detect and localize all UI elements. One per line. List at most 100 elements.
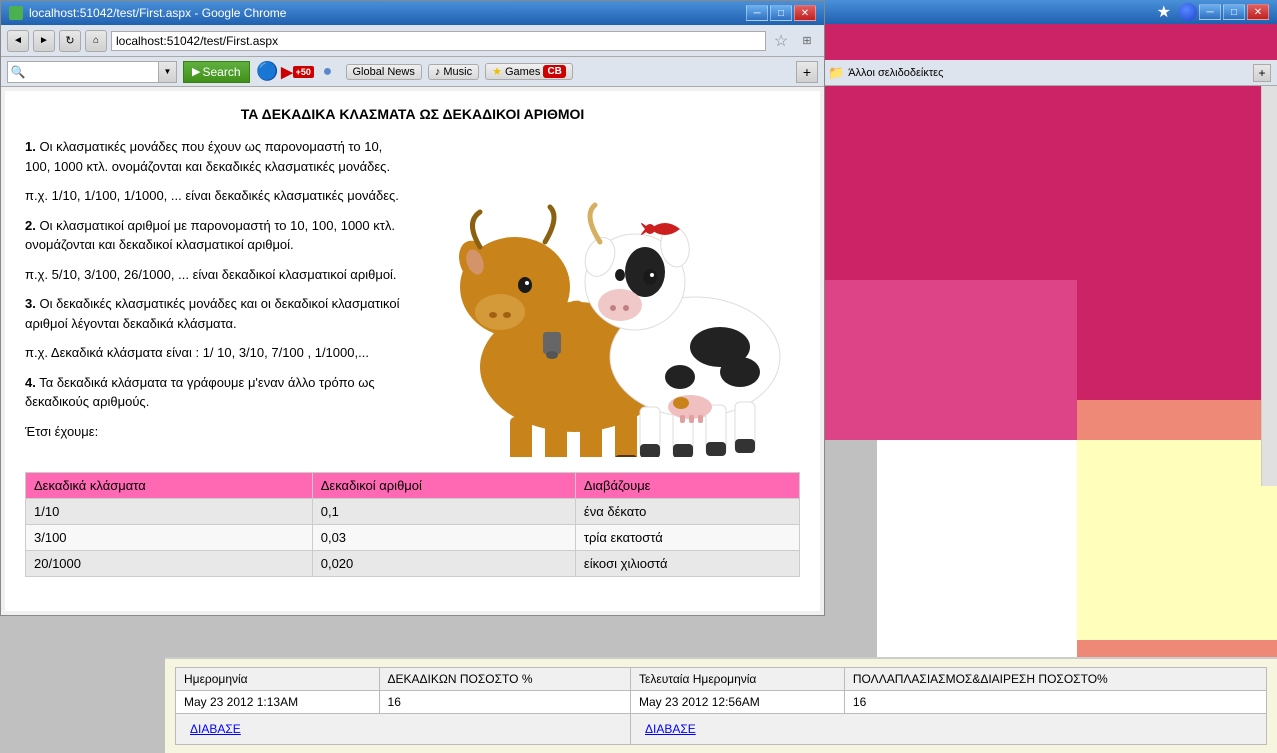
table-header-col2: Δεκαδικοί αριθμοί [312,473,575,499]
global-news-btn[interactable]: Global News [346,64,422,80]
table-cell-1-1: 0,03 [312,525,575,551]
search-box: 🔍 ▼ [7,61,177,83]
search-dropdown-btn[interactable]: ▼ [158,62,176,82]
bottom-date1: May 23 2012 1:13AM [176,691,380,714]
youtube-icon-container[interactable]: ▶ +50 [286,60,310,84]
address-bar: ◄ ► ↻ ⌂ ☆ ⊞ [1,25,824,57]
section2-example: π.χ. 5/10, 3/100, 26/1000, ... είναι δεκ… [25,265,410,285]
table-row: 3/1000,03τρία εκατοστά [26,525,800,551]
minimize-btn[interactable]: ─ [746,5,768,21]
bookmark-folder-icon: 📁 [828,65,844,81]
add-tab-btn[interactable]: + [796,61,818,83]
page-title: ΤΑ ΔΕΚΑΔΙΚΑ ΚΛΑΣΜΑΤΑ ΩΣ ΔΕΚΑΔΙΚΟΙ ΑΡΙΘΜΟ… [25,106,800,122]
text-section: 1. Οι κλασματικές μονάδες που έχουν ως π… [25,137,410,457]
section1-num: 1. [25,139,36,154]
bottom-panel: Ημερομηνία ΔΕΚΑΔΙΚΩΝ ΠΟΣΟΣΤΟ % Τελευταία… [165,657,1277,753]
section2-num: 2. [25,218,36,233]
table-cell-1-2: τρία εκατοστά [575,525,799,551]
compat-btn[interactable]: ⊞ [796,30,818,52]
table-cell-2-0: 20/1000 [26,551,313,577]
unknown-icon[interactable]: ● [316,60,340,84]
mozilla-icon[interactable]: 🔵 [256,60,280,84]
bottom-val2: 16 [844,691,1266,714]
table-cell-0-0: 1/10 [26,499,313,525]
pink-block-mid2 [822,280,1077,440]
ie-right-minimize-btn[interactable]: ─ [1199,4,1221,20]
diabase-btn-2[interactable]: ΔΙΑΒΑΣΕ [639,718,702,740]
section2: 2. Οι κλασματικοί αριθμοί με παρονομαστή… [25,216,410,255]
yellow-block [1077,440,1277,640]
ie-right-close-btn[interactable]: ✕ [1247,4,1269,20]
music-note-icon: ♪ [435,66,441,78]
search-label: Search [202,65,240,79]
section3: 3. Οι δεκαδικές κλασματικές μονάδες και … [25,294,410,333]
bottom-btn-row: ΔΙΑΒΑΣΕ ΔΙΑΒΑΣΕ [176,714,1267,745]
home-btn[interactable]: ⌂ [85,30,107,52]
section4-text2: Έτσι έχουμε: [25,422,410,442]
diabase-btn-1[interactable]: ΔΙΑΒΑΣΕ [184,718,247,740]
close-btn[interactable]: ✕ [794,5,816,21]
chrome-icon [9,6,23,20]
section4-text: Τα δεκαδικά κλάσματα τα γράφουμε μ'εναν … [25,375,375,410]
table-cell-2-1: 0,020 [312,551,575,577]
decimals-table: Δεκαδικά κλάσματα Δεκαδικοί αριθμοί Διαβ… [25,472,800,577]
bottom-val1: 16 [379,691,631,714]
table-row: 20/10000,020είκοσι χιλιοστά [26,551,800,577]
section4: 4. Τα δεκαδικά κλάσματα τα γράφουμε μ'εν… [25,373,410,412]
pink-block-mid [1077,280,1277,400]
cow-illustration [425,137,795,457]
back-btn[interactable]: ◄ [7,30,29,52]
toolbar: 🔍 ▼ ▶ Search 🔵 ▶ +50 ● Global News ♪ Mus… [1,57,824,87]
music-btn[interactable]: ♪ Music [428,64,479,80]
search-icon-btn[interactable]: 🔍 [8,62,28,82]
bookmark-star-btn[interactable]: ☆ [770,30,792,52]
main-layout: 1. Οι κλασματικές μονάδες που έχουν ως π… [25,137,800,457]
search-input[interactable] [28,62,158,82]
title-bar-left: localhost:51042/test/First.aspx - Google… [9,6,286,20]
section2-text: Οι κλασματικοί αριθμοί με παρονομαστή το… [25,218,395,253]
title-bar: localhost:51042/test/First.aspx - Google… [1,1,824,25]
page-content: ΤΑ ΔΕΚΑΔΙΚΑ ΚΛΑΣΜΑΤΑ ΩΣ ΔΕΚΑΔΙΚΟΙ ΑΡΙΘΜΟ… [5,91,820,611]
bookmarks-bar-right: 📁 Άλλοι σελιδοδείκτες + [822,60,1277,86]
games-label: Games [505,66,540,78]
section1-example: π.χ. 1/10, 1/100, 1/1000, ... είναι δεκα… [25,186,410,206]
address-input[interactable] [111,31,766,51]
ie-right-titlebar: ★ ─ □ ✕ [822,0,1277,24]
section3-example: π.χ. Δεκαδικά κλάσματα είναι : 1/ 10, 3/… [25,343,410,363]
bottom-col4-header: ΠΟΛΛΑΠΛΑΣΙΑΣΜΟΣ&ΔΙΑΙΡΕΣΗ ΠΟΣΟΣΤΟ% [844,668,1266,691]
bottom-date2: May 23 2012 12:56AM [631,691,845,714]
pink-block-top [822,0,1277,280]
section3-num: 3. [25,296,36,311]
browser-window: localhost:51042/test/First.aspx - Google… [0,0,825,616]
ie-globe-icon [1179,3,1197,21]
music-label: Music [443,66,472,78]
section3-text: Οι δεκαδικές κλασματικές μονάδες και οι … [25,296,399,331]
games-star-icon: ★ [492,65,502,78]
window-title: localhost:51042/test/First.aspx - Google… [29,6,286,20]
table-header-col1: Δεκαδικά κλάσματα [26,473,313,499]
right-scrollbar[interactable] [1261,86,1277,486]
forward-btn[interactable]: ► [33,30,55,52]
bottom-col2-header: ΔΕΚΑΔΙΚΩΝ ΠΟΣΟΣΤΟ % [379,668,631,691]
search-go-btn[interactable]: ▶ Search [183,61,250,83]
maximize-btn[interactable]: □ [770,5,792,21]
bottom-row1: May 23 2012 1:13AM 16 May 23 2012 12:56A… [176,691,1267,714]
ie-right-maximize-btn[interactable]: □ [1223,4,1245,20]
cb-badge: CB [543,65,565,78]
bottom-col1-header: Ημερομηνία [176,668,380,691]
add-bookmark-btn[interactable]: + [1253,64,1271,82]
games-btn[interactable]: ★ Games CB [485,63,573,80]
table-cell-0-2: ένα δέκατο [575,499,799,525]
title-bar-controls: ─ □ ✕ [746,5,816,21]
section1: 1. Οι κλασματικές μονάδες που έχουν ως π… [25,137,410,176]
youtube-badge: +50 [293,66,314,78]
section4-num: 4. [25,375,36,390]
global-news-label: Global News [353,66,415,78]
bookmarks-label[interactable]: Άλλοι σελιδοδείκτες [848,67,943,79]
table-cell-0-1: 0,1 [312,499,575,525]
table-cell-1-0: 3/100 [26,525,313,551]
refresh-btn[interactable]: ↻ [59,30,81,52]
table-header-col3: Διαβάζουμε [575,473,799,499]
ie-star-icon[interactable]: ★ [1157,2,1171,22]
section1-text: Οι κλασματικές μονάδες που έχουν ως παρο… [25,139,390,174]
